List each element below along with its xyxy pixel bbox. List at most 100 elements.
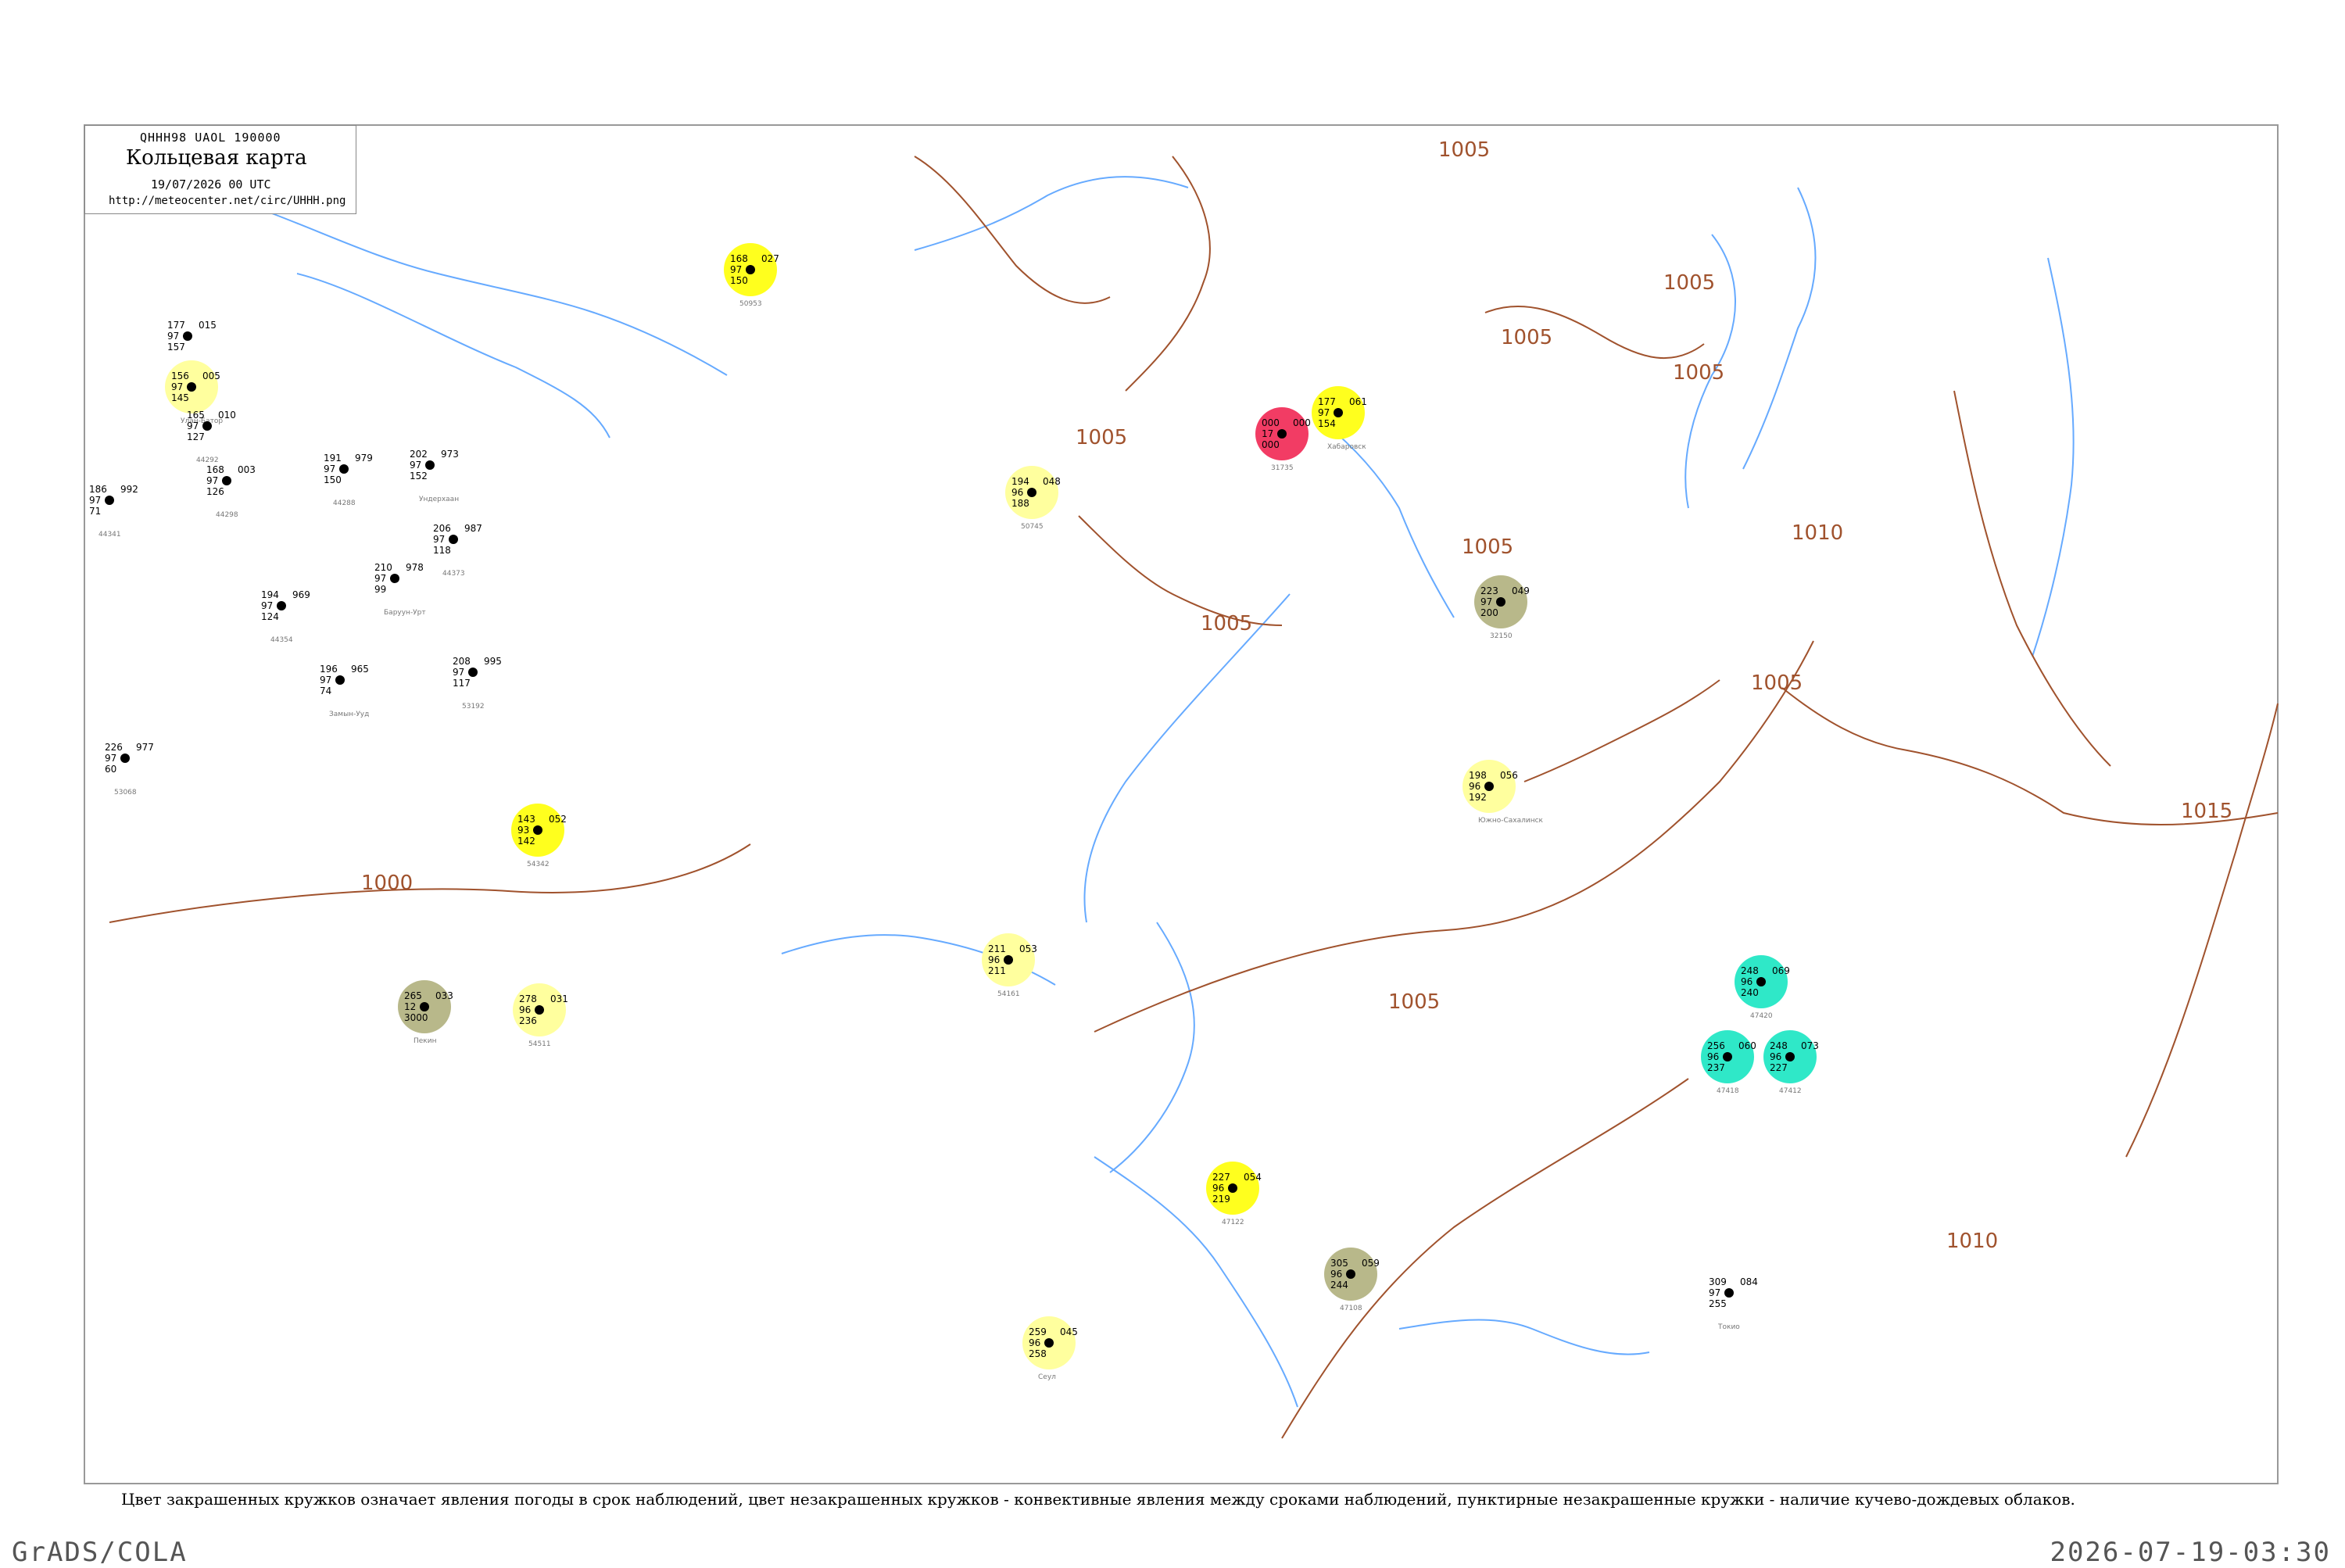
station-name: 47420 <box>1750 1012 1773 1020</box>
isobar-label: 1015 <box>2181 800 2232 823</box>
station-pressure: 010 <box>218 410 236 421</box>
station-pressure: 084 <box>1740 1276 1758 1287</box>
station-dot <box>1724 1288 1734 1298</box>
station-name: 53068 <box>114 789 137 797</box>
map-frame <box>84 124 2279 1484</box>
station-temp: 177 <box>1318 396 1336 407</box>
station-name: 47418 <box>1717 1087 1739 1095</box>
station-temp: 305 <box>1330 1258 1348 1269</box>
station-temp: 309 <box>1709 1276 1727 1287</box>
station-name: 47108 <box>1340 1305 1362 1312</box>
station-weather: 97 <box>324 464 335 474</box>
source-url[interactable]: http://meteocenter.net/circ/UHHH.png <box>109 195 345 207</box>
isobar-label: 1010 <box>1946 1230 1998 1253</box>
station-dot <box>339 464 349 474</box>
station-dot <box>468 668 478 677</box>
station-temp: 198 <box>1469 770 1487 781</box>
station-dewpoint: 255 <box>1709 1298 1727 1309</box>
station-temp: 202 <box>410 449 428 460</box>
station-dewpoint: 152 <box>410 471 428 481</box>
station-dot <box>1004 955 1013 965</box>
station-name: 47412 <box>1779 1087 1802 1095</box>
station-dewpoint: 258 <box>1029 1348 1047 1359</box>
station-dot <box>1027 488 1036 497</box>
station-pressure: 049 <box>1512 585 1530 596</box>
station-name: 31735 <box>1271 464 1294 472</box>
software-credit: GrADS/COLA <box>12 1537 188 1568</box>
station-dewpoint: 244 <box>1330 1280 1348 1291</box>
station-weather: 97 <box>374 573 386 584</box>
station-pressure: 033 <box>435 990 453 1001</box>
station-pressure: 979 <box>355 453 373 464</box>
station-pressure: 056 <box>1500 770 1518 781</box>
bulletin-code: QHHH98 UAOL 190000 <box>140 131 281 145</box>
station-weather: 97 <box>433 534 445 545</box>
station-weather: 97 <box>89 495 101 506</box>
station-dewpoint: 117 <box>453 678 471 689</box>
station-weather: 96 <box>519 1004 531 1015</box>
station-weather: 17 <box>1262 428 1273 439</box>
isobar-label: 1000 <box>361 872 413 895</box>
station-weather: 12 <box>404 1001 416 1012</box>
generated-timestamp: 2026-07-19-03:30 <box>2050 1537 2331 1568</box>
station-weather: 97 <box>187 421 199 431</box>
station-pressure: 061 <box>1349 396 1367 407</box>
station-weather: 97 <box>730 264 742 275</box>
station-dewpoint: 74 <box>320 686 331 696</box>
isobar-label: 1005 <box>1751 671 1803 695</box>
station-pressure: 969 <box>292 589 310 600</box>
station-pressure: 045 <box>1060 1326 1078 1337</box>
station-temp: 226 <box>105 742 123 753</box>
isobar-label: 1005 <box>1076 426 1127 449</box>
station-dewpoint: 227 <box>1770 1062 1788 1073</box>
station-pressure: 987 <box>464 523 482 534</box>
isobar-label: 1010 <box>1792 521 1843 545</box>
station-temp: 196 <box>320 664 338 675</box>
station-temp: 191 <box>324 453 342 464</box>
station-temp: 165 <box>187 410 205 421</box>
station-dot <box>222 476 231 485</box>
station-pressure: 053 <box>1019 943 1037 954</box>
station-pressure: 995 <box>484 656 502 667</box>
station-temp: 177 <box>167 320 185 331</box>
station-pressure: 048 <box>1043 476 1061 487</box>
station-dewpoint: 240 <box>1741 987 1759 998</box>
station-temp: 265 <box>404 990 422 1001</box>
station-pressure: 003 <box>238 464 256 475</box>
station-weather: 97 <box>105 753 116 764</box>
station-weather: 97 <box>206 475 218 486</box>
station-name: 44288 <box>333 499 356 507</box>
station-pressure: 992 <box>120 484 138 495</box>
station-dot <box>535 1005 544 1015</box>
station-dewpoint: 150 <box>730 275 748 286</box>
station-dewpoint: 237 <box>1707 1062 1725 1073</box>
station-dot <box>1484 782 1494 791</box>
station-dot <box>335 675 345 685</box>
station-weather: 96 <box>1469 781 1480 792</box>
station-name: Ундерхаан <box>419 496 459 503</box>
station-temp: 256 <box>1707 1040 1725 1051</box>
station-temp: 248 <box>1741 965 1759 976</box>
station-temp: 000 <box>1262 417 1280 428</box>
station-dewpoint: 124 <box>261 611 279 622</box>
station-pressure: 978 <box>406 562 424 573</box>
station-dewpoint: 60 <box>105 764 116 775</box>
station-dewpoint: 219 <box>1212 1194 1230 1205</box>
station-dewpoint: 154 <box>1318 418 1336 429</box>
station-dot <box>1044 1338 1054 1348</box>
station-dot <box>1334 408 1343 417</box>
station-dot <box>1785 1052 1795 1061</box>
station-name: Пекин <box>414 1037 437 1045</box>
station-name: Южно-Сахалинск <box>1478 817 1544 825</box>
station-name: 44354 <box>270 636 293 644</box>
station-dot <box>390 574 399 583</box>
station-weather: 97 <box>171 381 183 392</box>
station-name: 32150 <box>1490 632 1513 640</box>
map-title: Кольцевая карта <box>126 146 307 170</box>
map-header: QHHH98 UAOL 190000 Кольцевая карта 19/07… <box>84 125 356 214</box>
station-pressure: 060 <box>1738 1040 1756 1051</box>
station-name: 53192 <box>462 703 485 711</box>
isobar-label: 1005 <box>1201 612 1252 635</box>
station-temp: 186 <box>89 484 107 495</box>
station-weather: 96 <box>1011 487 1023 498</box>
